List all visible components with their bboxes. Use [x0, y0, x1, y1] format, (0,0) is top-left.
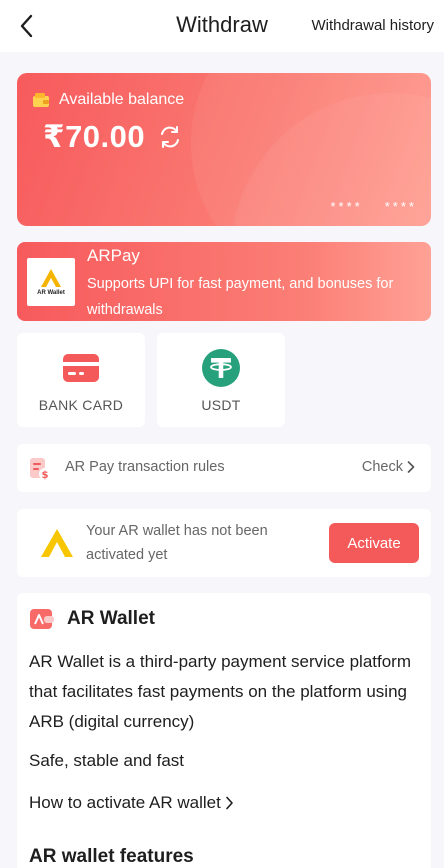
ar-wallet-info-card: AR Wallet AR Wallet is a third-party pay… — [17, 593, 431, 868]
transaction-rules-row[interactable]: $ AR Pay transaction rules Check — [17, 444, 431, 492]
chevron-right-icon — [226, 796, 233, 810]
card-mask-right: **** — [384, 199, 417, 214]
arpay-title: ARPay — [87, 246, 140, 265]
balance-label-row: Available balance — [32, 91, 184, 109]
arpay-description: Supports UPI for fast payment, and bonus… — [87, 276, 394, 318]
ar-wallet-title: AR Wallet — [67, 608, 155, 629]
features-heading: AR wallet features — [29, 846, 194, 867]
ar-wallet-logo-icon — [41, 529, 73, 557]
back-button[interactable] — [14, 12, 38, 40]
header-bar: Withdraw Withdrawal history — [0, 0, 444, 52]
wallet-icon — [33, 93, 49, 107]
refresh-icon[interactable] — [157, 124, 183, 150]
check-label: Check — [361, 459, 403, 475]
ar-wallet-description: AR Wallet is a third-party payment servi… — [29, 652, 411, 731]
tether-icon — [202, 349, 240, 387]
rules-document-icon: $ — [30, 458, 51, 481]
info-header: AR Wallet — [29, 607, 155, 631]
bank-card-label: BANK CARD — [38, 397, 124, 413]
balance-card: Available balance ₹70.00 **** **** — [17, 73, 431, 226]
ar-wallet-tagline: Safe, stable and fast — [29, 751, 184, 770]
ar-logo-icon — [41, 269, 61, 287]
rules-check-link[interactable]: Check — [362, 459, 415, 475]
withdrawal-history-link[interactable]: Withdrawal history — [311, 17, 434, 34]
activate-button[interactable]: Activate — [329, 523, 419, 563]
card-mask-left: **** — [330, 199, 363, 214]
bank-card-icon — [63, 354, 99, 382]
activate-wallet-card: Your AR wallet has not been activated ye… — [17, 509, 431, 577]
balance-amount: ₹70.00 — [43, 119, 146, 154]
arpay-banner[interactable]: AR Wallet ARPay Supports UPI for fast pa… — [17, 242, 431, 321]
logo-text: AR Wallet — [37, 290, 65, 296]
activation-message: Your AR wallet has not been activated ye… — [86, 523, 268, 563]
chevron-right-icon — [407, 461, 415, 473]
usdt-label: USDT — [201, 397, 241, 413]
balance-label: Available balance — [59, 91, 185, 108]
ar-wallet-logo: AR Wallet — [27, 258, 75, 306]
card-number-mask: **** **** — [331, 199, 418, 214]
how-to-activate-link[interactable]: How to activate AR wallet — [29, 793, 234, 813]
balance-row: ₹70.00 — [43, 119, 183, 155]
how-to-activate-label: How to activate AR wallet — [29, 793, 221, 812]
svg-text:$: $ — [42, 470, 49, 481]
ar-wallet-icon — [30, 609, 54, 629]
usdt-option[interactable]: USDT — [157, 333, 285, 427]
chevron-left-icon — [20, 14, 33, 38]
bank-card-option[interactable]: BANK CARD — [17, 333, 145, 427]
rules-label: AR Pay transaction rules — [65, 459, 225, 475]
